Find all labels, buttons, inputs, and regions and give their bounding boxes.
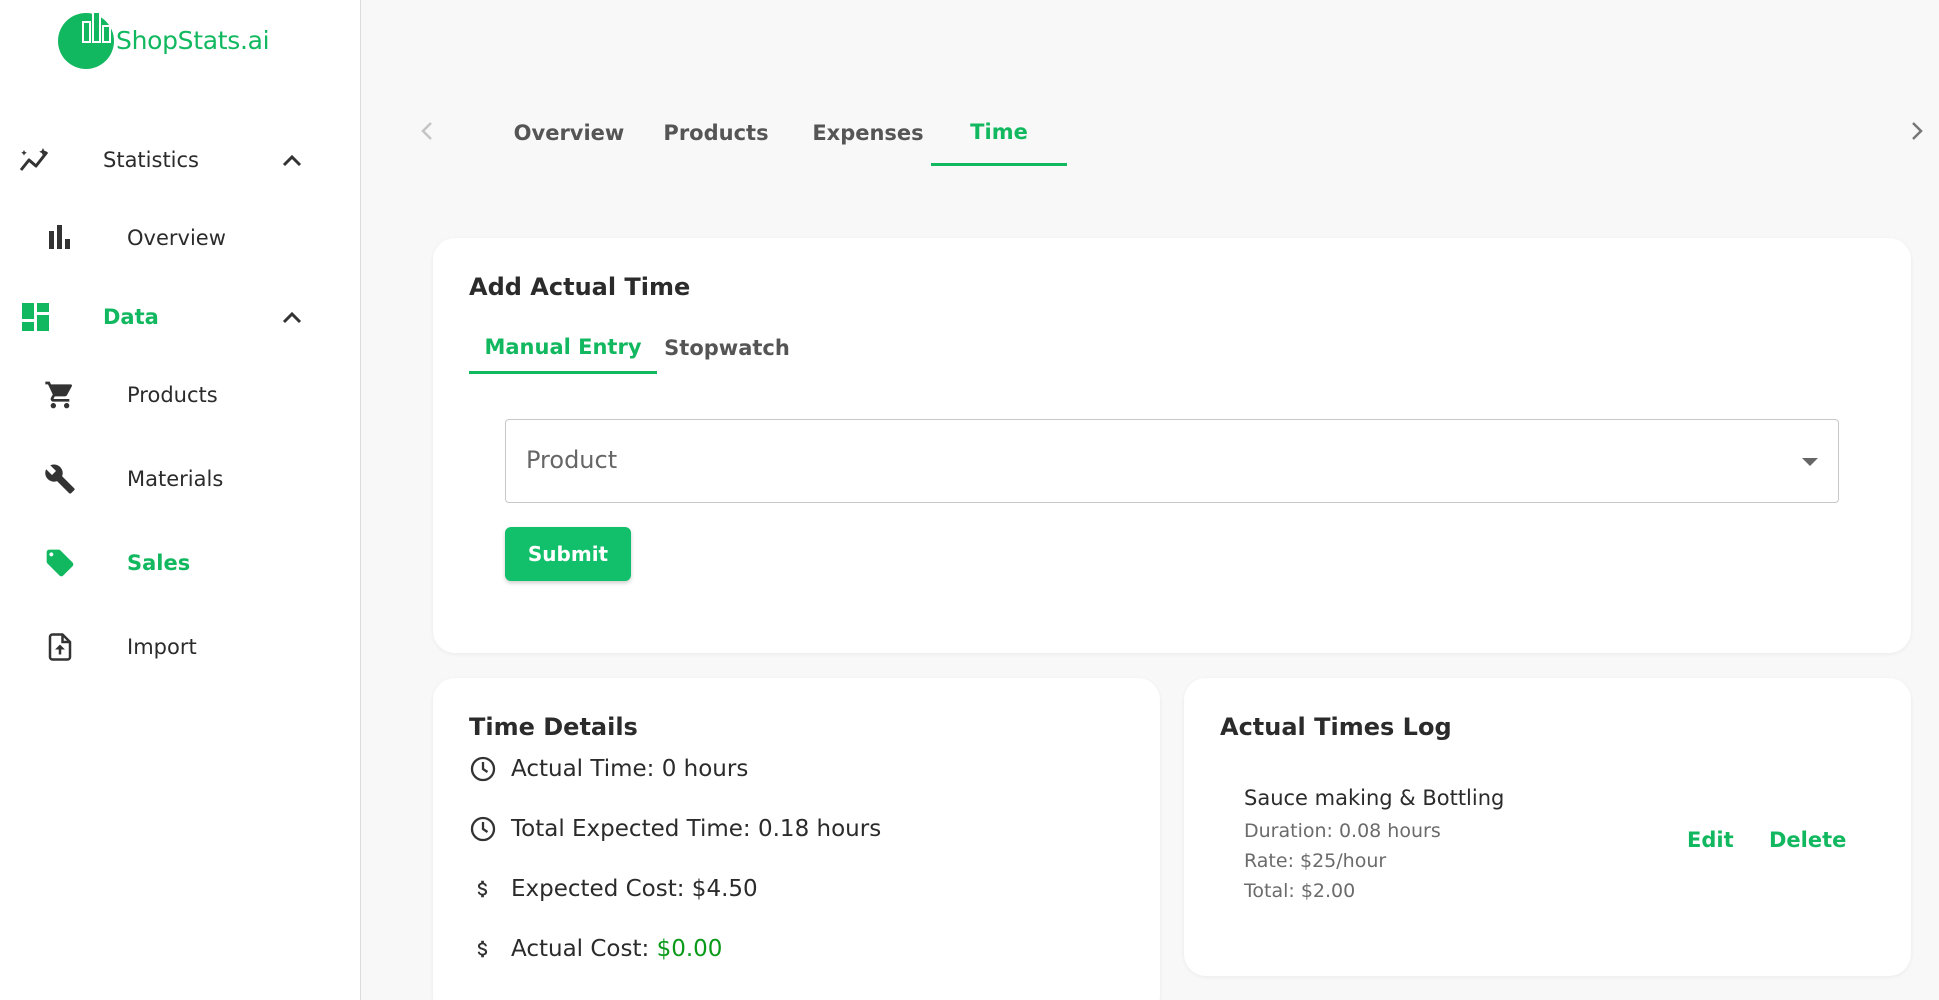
sidebar-item-label: Sales [127,551,191,575]
caret-down-icon [1802,458,1818,466]
product-select-placeholder: Product [526,446,618,474]
bar-chart-icon [42,220,78,256]
chevron-up-icon[interactable] [278,303,306,331]
actual-time-text: Actual Time: 0 hours [511,756,749,782]
sidebar-item-label: Statistics [103,148,199,172]
log-entry-name: Sauce making & Bottling [1244,786,1505,810]
sidebar-item-overview[interactable]: Overview [0,208,361,268]
add-time-card: Add Actual Time Manual Entry Stopwatch P… [433,238,1911,653]
log-entry-total: Total: $2.00 [1244,880,1356,902]
card-title: Add Actual Time [469,273,691,301]
chevron-up-icon[interactable] [278,146,306,174]
tab-stopwatch[interactable]: Stopwatch [657,322,797,374]
expected-cost-row: Expected Cost: $4.50 [469,871,758,907]
total-expected-time-text: Total Expected Time: 0.18 hours [511,816,882,842]
file-upload-icon [42,629,78,665]
wrench-icon [42,461,78,497]
clock-icon [469,815,497,843]
actual-cost-value: $0.00 [656,936,723,962]
sidebar-item-materials[interactable]: Materials [0,449,361,509]
card-title: Time Details [469,713,638,741]
chevron-right-icon[interactable] [1902,116,1932,146]
sidebar-item-products[interactable]: Products [0,365,361,425]
tab-expenses[interactable]: Expenses [798,100,938,166]
sidebar-item-sales[interactable]: Sales [0,533,361,593]
dashboard-icon [18,299,54,335]
sidebar-item-label: Products [127,383,218,407]
sidebar-item-import[interactable]: Import [0,617,361,677]
brand-name: ShopStats.ai [116,25,270,55]
product-select[interactable]: Product [505,419,1839,503]
tab-manual-entry[interactable]: Manual Entry [469,322,657,374]
sidebar-item-data[interactable]: Data [0,287,361,347]
expected-cost-text: Expected Cost: $4.50 [511,876,758,902]
time-details-card: Time Details Actual Time: 0 hours Total … [433,678,1160,1000]
sidebar: ShopStats.ai Statistics Overview Data Pr… [0,0,361,1000]
dollar-icon [469,875,497,903]
sidebar-item-label: Overview [127,226,226,250]
tab-overview[interactable]: Overview [504,100,634,166]
tab-products[interactable]: Products [651,100,781,166]
top-tab-bar: Overview Products Expenses Time [361,100,1939,170]
log-entry-duration: Duration: 0.08 hours [1244,820,1441,842]
actual-time-row: Actual Time: 0 hours [469,751,748,787]
actual-times-log-card: Actual Times Log Sauce making & Bottling… [1184,678,1911,976]
sidebar-item-label: Data [103,305,159,329]
chevron-left-icon[interactable] [412,116,442,146]
delete-button[interactable]: Delete [1769,828,1846,852]
actual-cost-label: Actual Cost: [511,936,657,962]
dollar-icon [469,935,497,963]
tab-time[interactable]: Time [931,100,1067,166]
log-entry-rate: Rate: $25/hour [1244,850,1387,872]
tag-icon [42,545,78,581]
trend-icon [18,142,54,178]
sidebar-item-statistics[interactable]: Statistics [0,130,361,190]
sidebar-item-label: Materials [127,467,224,491]
clock-icon [469,755,497,783]
edit-button[interactable]: Edit [1687,828,1734,852]
total-expected-time-row: Total Expected Time: 0.18 hours [469,811,881,847]
sidebar-item-label: Import [127,635,197,659]
actual-cost-row: Actual Cost: $0.00 [469,931,722,967]
submit-button[interactable]: Submit [505,527,631,581]
logo-icon [58,11,116,69]
cart-icon [42,377,78,413]
logo[interactable]: ShopStats.ai [58,11,270,69]
card-title: Actual Times Log [1220,713,1452,741]
